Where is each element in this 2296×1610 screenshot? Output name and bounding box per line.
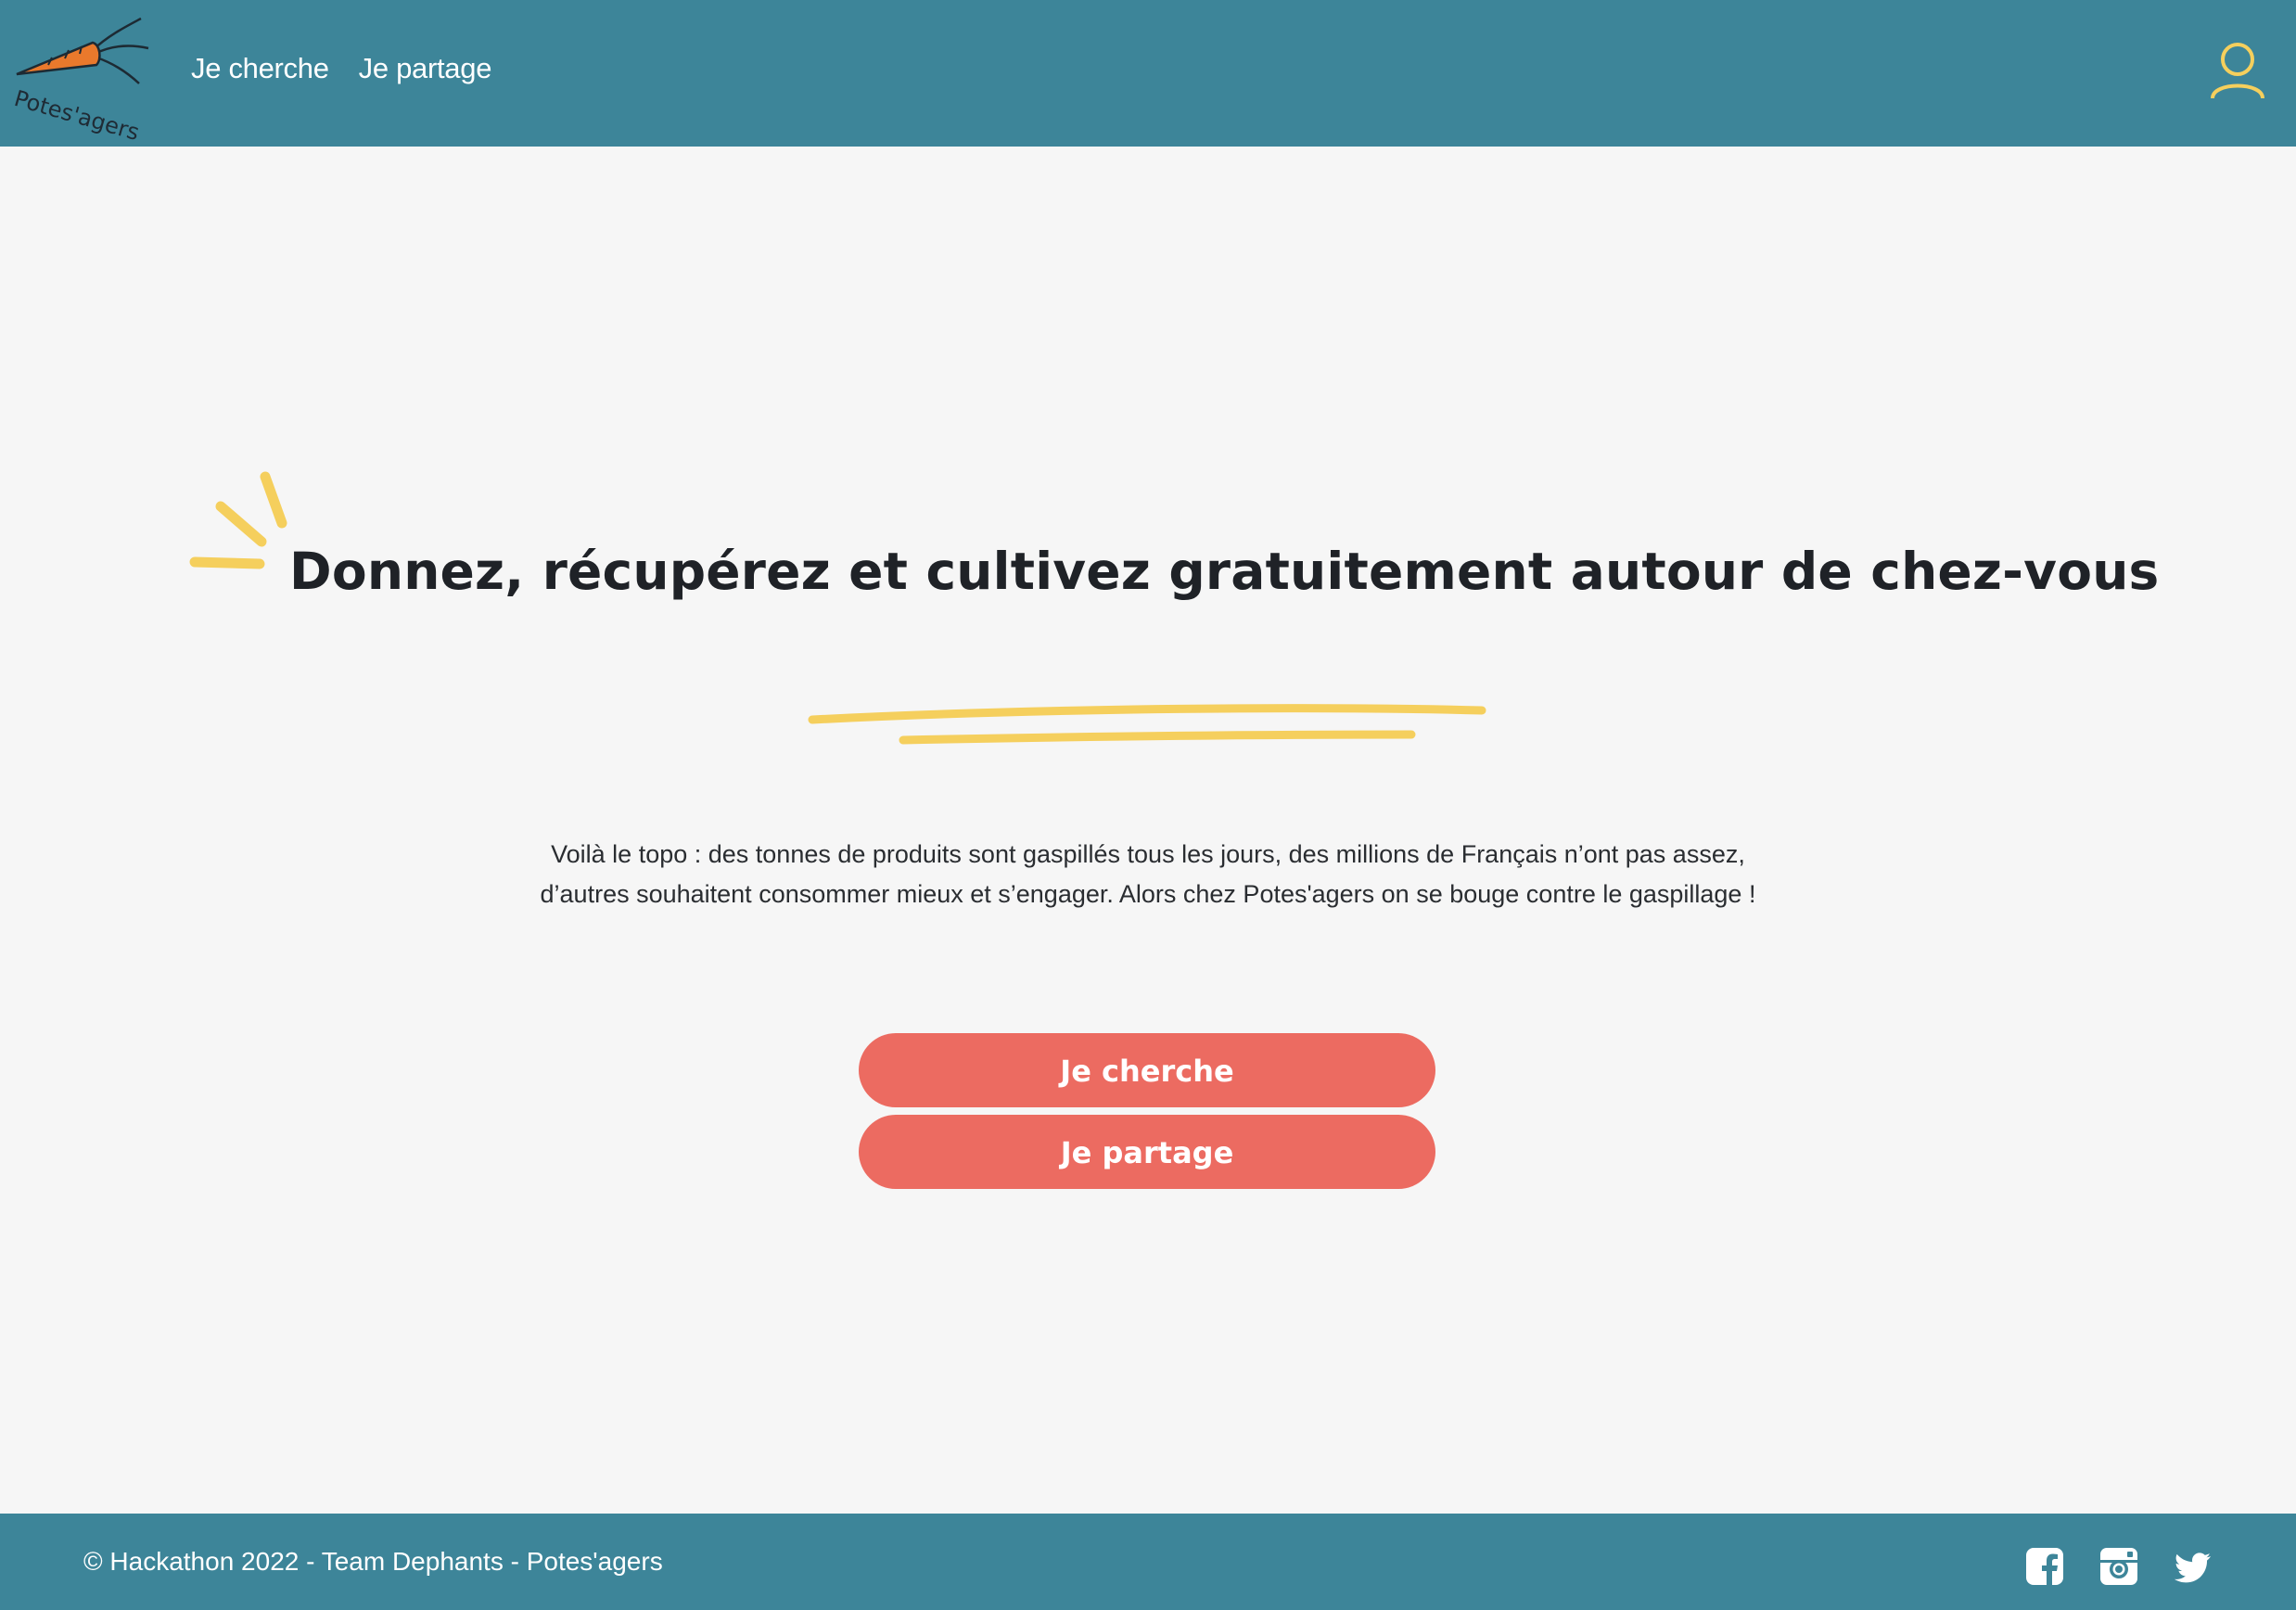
intro-line: Voilà le topo : des tonnes de produits s… [551, 840, 1745, 868]
underline-decoration [808, 704, 1486, 745]
social-links [2025, 1547, 2213, 1586]
intro-line: d’autres souhaitent consommer mieux et s… [540, 880, 1756, 908]
logo-text: Potes'agers [11, 85, 143, 147]
twitter-icon[interactable] [2174, 1547, 2213, 1586]
copyright-text: © Hackathon 2022 - Team Dephants - Potes… [83, 1547, 663, 1576]
intro-text: Voilà le topo : des tonnes de produits s… [445, 835, 1851, 914]
main-nav: Je cherche Je partage [191, 52, 491, 85]
carrot-icon [16, 17, 149, 84]
facebook-icon[interactable] [2025, 1547, 2064, 1586]
user-icon [2211, 43, 2264, 99]
nav-item-je-partage[interactable]: Je partage [359, 52, 492, 85]
je-cherche-button[interactable]: Je cherche [859, 1033, 1435, 1107]
site-footer: © Hackathon 2022 - Team Dephants - Potes… [0, 1514, 2296, 1610]
je-partage-button[interactable]: Je partage [859, 1115, 1435, 1189]
nav-item-je-cherche[interactable]: Je cherche [191, 52, 329, 85]
logo[interactable]: Potes'agers [11, 17, 150, 146]
user-account-button[interactable] [2207, 41, 2268, 102]
site-header: Potes'agers Je cherche Je partage [0, 0, 2296, 147]
hero-title: Donnez, récupérez et cultivez gratuiteme… [289, 542, 2160, 601]
instagram-icon[interactable] [2099, 1547, 2138, 1586]
